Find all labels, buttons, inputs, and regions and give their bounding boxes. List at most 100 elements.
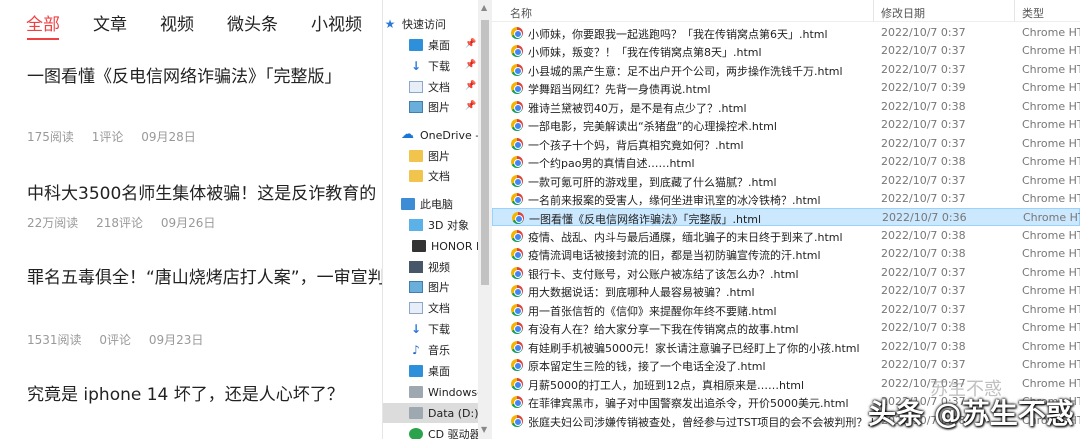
tab-short-videos[interactable]: 小视频: [311, 13, 362, 39]
scroll-down-icon[interactable]: ▼: [481, 425, 487, 434]
file-date: 2022/10/7 0:37: [881, 44, 966, 57]
nav-item-label: CD 驱动器: [428, 428, 481, 439]
article-title[interactable]: 罪名五毒俱全！“唐山烧烤店打人案”，一审宣判: [27, 265, 382, 291]
nav-item-pictures[interactable]: 图片 📌: [383, 97, 492, 117]
column-date-header[interactable]: 修改日期: [881, 5, 925, 21]
nav-item-label: 图片: [428, 101, 450, 114]
file-type: Chrome HTML: [1022, 81, 1080, 94]
comment-count: 218评论: [96, 216, 144, 230]
nav-item-label: Data (D:): [428, 406, 479, 420]
tab-articles[interactable]: 文章: [93, 13, 127, 39]
nav-item-videos[interactable]: 视频: [383, 257, 492, 277]
file-row[interactable]: 一个约pao男的真情自述……html 2022/10/7 0:38 Chrome H…: [492, 153, 1080, 171]
music-icon: ♪: [412, 343, 420, 357]
article-item[interactable]: 中科大3500名师生集体被骗！这是反诈教育的 22万阅读 218评论 09月26…: [27, 181, 382, 231]
chrome-icon: [511, 101, 523, 113]
picture-icon: [409, 281, 423, 293]
file-type: Chrome HTML: [1022, 118, 1080, 131]
column-type-header[interactable]: 类型: [1022, 5, 1044, 21]
file-name: 一个约pao男的真情自述……html: [528, 157, 695, 170]
file-row[interactable]: 一名前来报案的受害人，缘何坐进审讯室的冰冷铁椅？.html 2022/10/7 0…: [492, 190, 1080, 208]
file-row[interactable]: 用一首张信哲的《信仰》来提醒你年终不要赌.html 2022/10/7 0:37 C…: [492, 301, 1080, 319]
file-name: 小县城的黑产生意：足不出户开个公司，两步操作洗钱千万.html: [528, 65, 843, 78]
desktop-icon: [409, 39, 423, 51]
comment-count: 1评论: [91, 130, 124, 144]
folder-icon: [409, 170, 423, 182]
nav-item-pc-downloads[interactable]: ↓ 下载: [383, 319, 492, 339]
nav-item-label: 音乐: [428, 344, 450, 357]
nav-item-onedrive-documents[interactable]: 文档: [383, 166, 492, 186]
nav-item-documents[interactable]: 文档 📌: [383, 77, 492, 97]
file-row[interactable]: 小县城的黑产生意：足不出户开个公司，两步操作洗钱千万.html 2022/10/7…: [492, 61, 1080, 79]
nav-item-pc-pictures[interactable]: 图片: [383, 277, 492, 297]
nav-item-3d-objects[interactable]: 3D 对象: [383, 215, 492, 235]
cd-icon: [409, 428, 423, 439]
article-item[interactable]: 究竟是 iphone 14 坏了，还是人心坏了？: [27, 382, 382, 408]
file-row[interactable]: 一款可氪可肝的游戏里，到底藏了什么猫腻？.html 2022/10/7 0:37 C…: [492, 172, 1080, 190]
file-row[interactable]: 一部电影，完美解读出“杀猪盘”的心理操控术.html 2022/10/7 0:37…: [492, 116, 1080, 134]
file-row[interactable]: 小师妹，你要跟我一起逃跑吗？「我在传销窝点第6天」.html 2022/10/7 …: [492, 24, 1080, 42]
file-name: 一部电影，完美解读出“杀猪盘”的心理操控术.html: [528, 120, 777, 133]
file-type: Chrome HTML: [1022, 63, 1080, 76]
column-divider[interactable]: [1014, 0, 1015, 22]
file-date: 2022/10/7 0:38: [881, 229, 966, 242]
nav-item-downloads[interactable]: ↓ 下载 📌: [383, 56, 492, 76]
file-row[interactable]: 学舞蹈当网红？先背一身债再说.html 2022/10/7 0:39 Chrome …: [492, 79, 1080, 97]
document-icon: [409, 81, 423, 93]
nav-item-label: 视频: [428, 261, 450, 274]
article-title[interactable]: 一图看懂《反电信网络诈骗法》「完整版」: [27, 64, 382, 90]
article-title[interactable]: 究竟是 iphone 14 坏了，还是人心坏了？: [27, 382, 382, 408]
nav-item-label: 3D 对象: [428, 219, 469, 232]
feed-tabs: 全部 文章 视频 微头条 小视频: [26, 13, 382, 39]
file-row[interactable]: 雅诗兰黛被罚40万，是不是有点少了？.html 2022/10/7 0:38 Chr…: [492, 98, 1080, 116]
file-row[interactable]: 有没有人在？给大家分享一下我在传销窝点的故事.html 2022/10/7 0:3…: [492, 319, 1080, 337]
nav-item-onedrive[interactable]: ☁ OneDrive -: [383, 125, 492, 145]
nav-item-pc-desktop[interactable]: 桌面: [383, 361, 492, 381]
nav-item-desktop[interactable]: 桌面 📌: [383, 35, 492, 55]
download-icon: ↓: [410, 322, 422, 336]
column-name-header[interactable]: 名称: [510, 5, 532, 21]
file-row[interactable]: 有娃刷手机被骗5000元！家长请注意骗子已经盯上了你的小孩.html 2022/1…: [492, 338, 1080, 356]
article-item[interactable]: 一图看懂《反电信网络诈骗法》「完整版」 175阅读 1评论 09月28日: [27, 64, 382, 145]
nav-item-onedrive-pictures[interactable]: 图片: [383, 146, 492, 166]
picture-icon: [409, 101, 423, 113]
nav-item-label: 此电脑: [420, 198, 453, 211]
tab-videos[interactable]: 视频: [160, 13, 194, 39]
nav-item-cd-drive[interactable]: CD 驱动器: [383, 424, 492, 439]
nav-item-honor-phone[interactable]: HONOR P: [383, 236, 492, 256]
nav-item-music[interactable]: ♪ 音乐: [383, 340, 492, 360]
nav-item-label: Windows-: [428, 385, 482, 399]
drive-icon: [409, 386, 423, 398]
file-date: 2022/10/7 0:38: [881, 100, 966, 113]
file-row[interactable]: 用大数据说话：到底哪种人最容易被骗？.html 2022/10/7 0:37 Chr…: [492, 282, 1080, 300]
nav-item-pc-documents[interactable]: 文档: [383, 298, 492, 318]
article-item[interactable]: 罪名五毒俱全！“唐山烧烤店打人案”，一审宣判 1531阅读 0评论 09月23日: [27, 265, 382, 348]
nav-item-quick-access[interactable]: ★ 快速访问: [383, 14, 492, 34]
file-date: 2022/10/7 0:38: [881, 340, 966, 353]
tab-all[interactable]: 全部: [26, 13, 60, 39]
nav-item-data-drive[interactable]: Data (D:): [383, 403, 492, 423]
nav-item-this-pc[interactable]: 此电脑: [383, 194, 492, 214]
scrollbar-thumb[interactable]: [481, 20, 489, 285]
column-divider[interactable]: [873, 0, 874, 22]
article-title[interactable]: 中科大3500名师生集体被骗！这是反诈教育的: [27, 181, 382, 207]
drive-icon: [409, 407, 423, 419]
file-row[interactable]: 一个孩子十个妈，背后真相究竟如何？.html 2022/10/7 0:37 Chro…: [492, 135, 1080, 153]
tab-micro-posts[interactable]: 微头条: [227, 13, 278, 39]
nav-scrollbar[interactable]: ▲ ▼: [478, 0, 492, 439]
file-row[interactable]: 疫情、战乱、内斗与最后通牒，缅北骗子的末日终于到来了.html 2022/10/7…: [492, 227, 1080, 245]
file-type: Chrome HTML: [1022, 192, 1080, 205]
file-type: Chrome HTML: [1022, 26, 1080, 39]
file-row[interactable]: 疫情流调电话被接封流的旧，都是当初防骗宣传流的汗.html 2022/10/7 0…: [492, 245, 1080, 263]
file-row-selected[interactable]: 一图看懂《反电信网络诈骗法》「完整版」.html 2022/10/7 0:36 Ch…: [492, 208, 1080, 226]
file-date: 2022/10/7 0:37: [881, 137, 966, 150]
nav-item-windows-drive[interactable]: Windows-: [383, 382, 492, 402]
scroll-up-icon[interactable]: ▲: [481, 3, 487, 12]
chrome-icon: [511, 193, 523, 205]
file-row[interactable]: 小师妹，叛变？！「我在传销窝点第8天」.html 2022/10/7 0:37 Ch…: [492, 42, 1080, 60]
file-name: 疫情、战乱、内斗与最后通牒，缅北骗子的末日终于到来了.html: [528, 231, 843, 244]
chrome-icon: [511, 359, 523, 371]
pin-icon: 📌: [465, 39, 477, 49]
file-row[interactable]: 原本留定生三险的钱，接了一个电话全没了.html 2022/10/7 0:37 Ch…: [492, 356, 1080, 374]
file-row[interactable]: 银行卡、支付账号，对公账户被冻结了该怎么办？.html 2022/10/7 0:3…: [492, 264, 1080, 282]
